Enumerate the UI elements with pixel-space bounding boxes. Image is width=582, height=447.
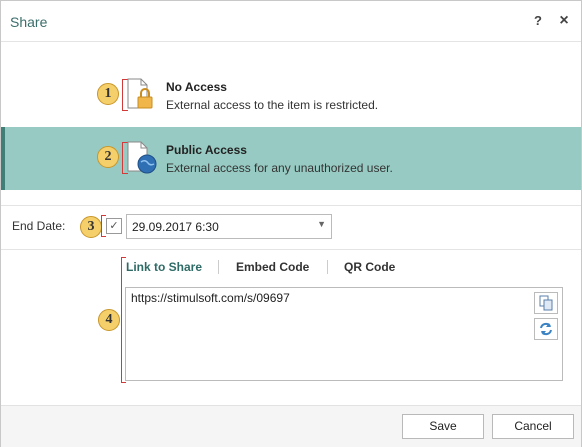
tab-link-to-share[interactable]: Link to Share	[126, 260, 202, 274]
close-button[interactable]: ×	[554, 11, 574, 31]
end-date-label: End Date:	[12, 219, 66, 233]
copy-button[interactable]	[534, 292, 558, 314]
tab-separator	[327, 260, 328, 274]
callout-badge: 4	[98, 309, 120, 331]
option-description: External access for any unauthorized use…	[166, 161, 393, 175]
titlebar: Share ? ×	[1, 1, 581, 42]
save-button[interactable]: Save	[402, 414, 484, 439]
end-date-checkbox[interactable]: ✓	[106, 218, 122, 234]
copy-icon	[539, 295, 553, 311]
option-title: No Access	[166, 80, 227, 94]
end-date-value: 29.09.2017 6:30	[132, 220, 219, 234]
share-link-box[interactable]: https://stimulsoft.com/s/09697	[125, 287, 563, 381]
option-description: External access to the item is restricte…	[166, 98, 379, 112]
help-button[interactable]: ?	[528, 11, 548, 31]
divider	[1, 249, 581, 250]
callout-badge: 2	[97, 146, 119, 168]
refresh-button[interactable]	[534, 318, 558, 340]
callout-badge: 3	[80, 216, 102, 238]
share-link-url[interactable]: https://stimulsoft.com/s/09697	[131, 291, 290, 305]
share-dialog: Share ? × 1 No Access External access to…	[0, 0, 582, 447]
dialog-footer: Save Cancel	[1, 405, 581, 447]
chevron-down-icon[interactable]: ▼	[317, 219, 326, 229]
refresh-icon	[540, 322, 552, 336]
cancel-button[interactable]: Cancel	[492, 414, 574, 439]
dialog-title: Share	[10, 14, 48, 30]
lock-document-icon	[127, 78, 153, 109]
tab-separator	[218, 260, 219, 274]
option-title: Public Access	[166, 143, 247, 157]
option-no-access[interactable]: 1 No Access External access to the item …	[1, 64, 581, 127]
globe-document-icon	[127, 141, 157, 174]
option-public-access[interactable]: 2 Public Access External access for any …	[1, 127, 581, 190]
end-date-picker[interactable]: 29.09.2017 6:30 ▼	[126, 214, 332, 239]
divider	[1, 205, 581, 206]
tab-qr-code[interactable]: QR Code	[344, 260, 395, 274]
tab-embed-code[interactable]: Embed Code	[236, 260, 309, 274]
callout-badge: 1	[97, 83, 119, 105]
